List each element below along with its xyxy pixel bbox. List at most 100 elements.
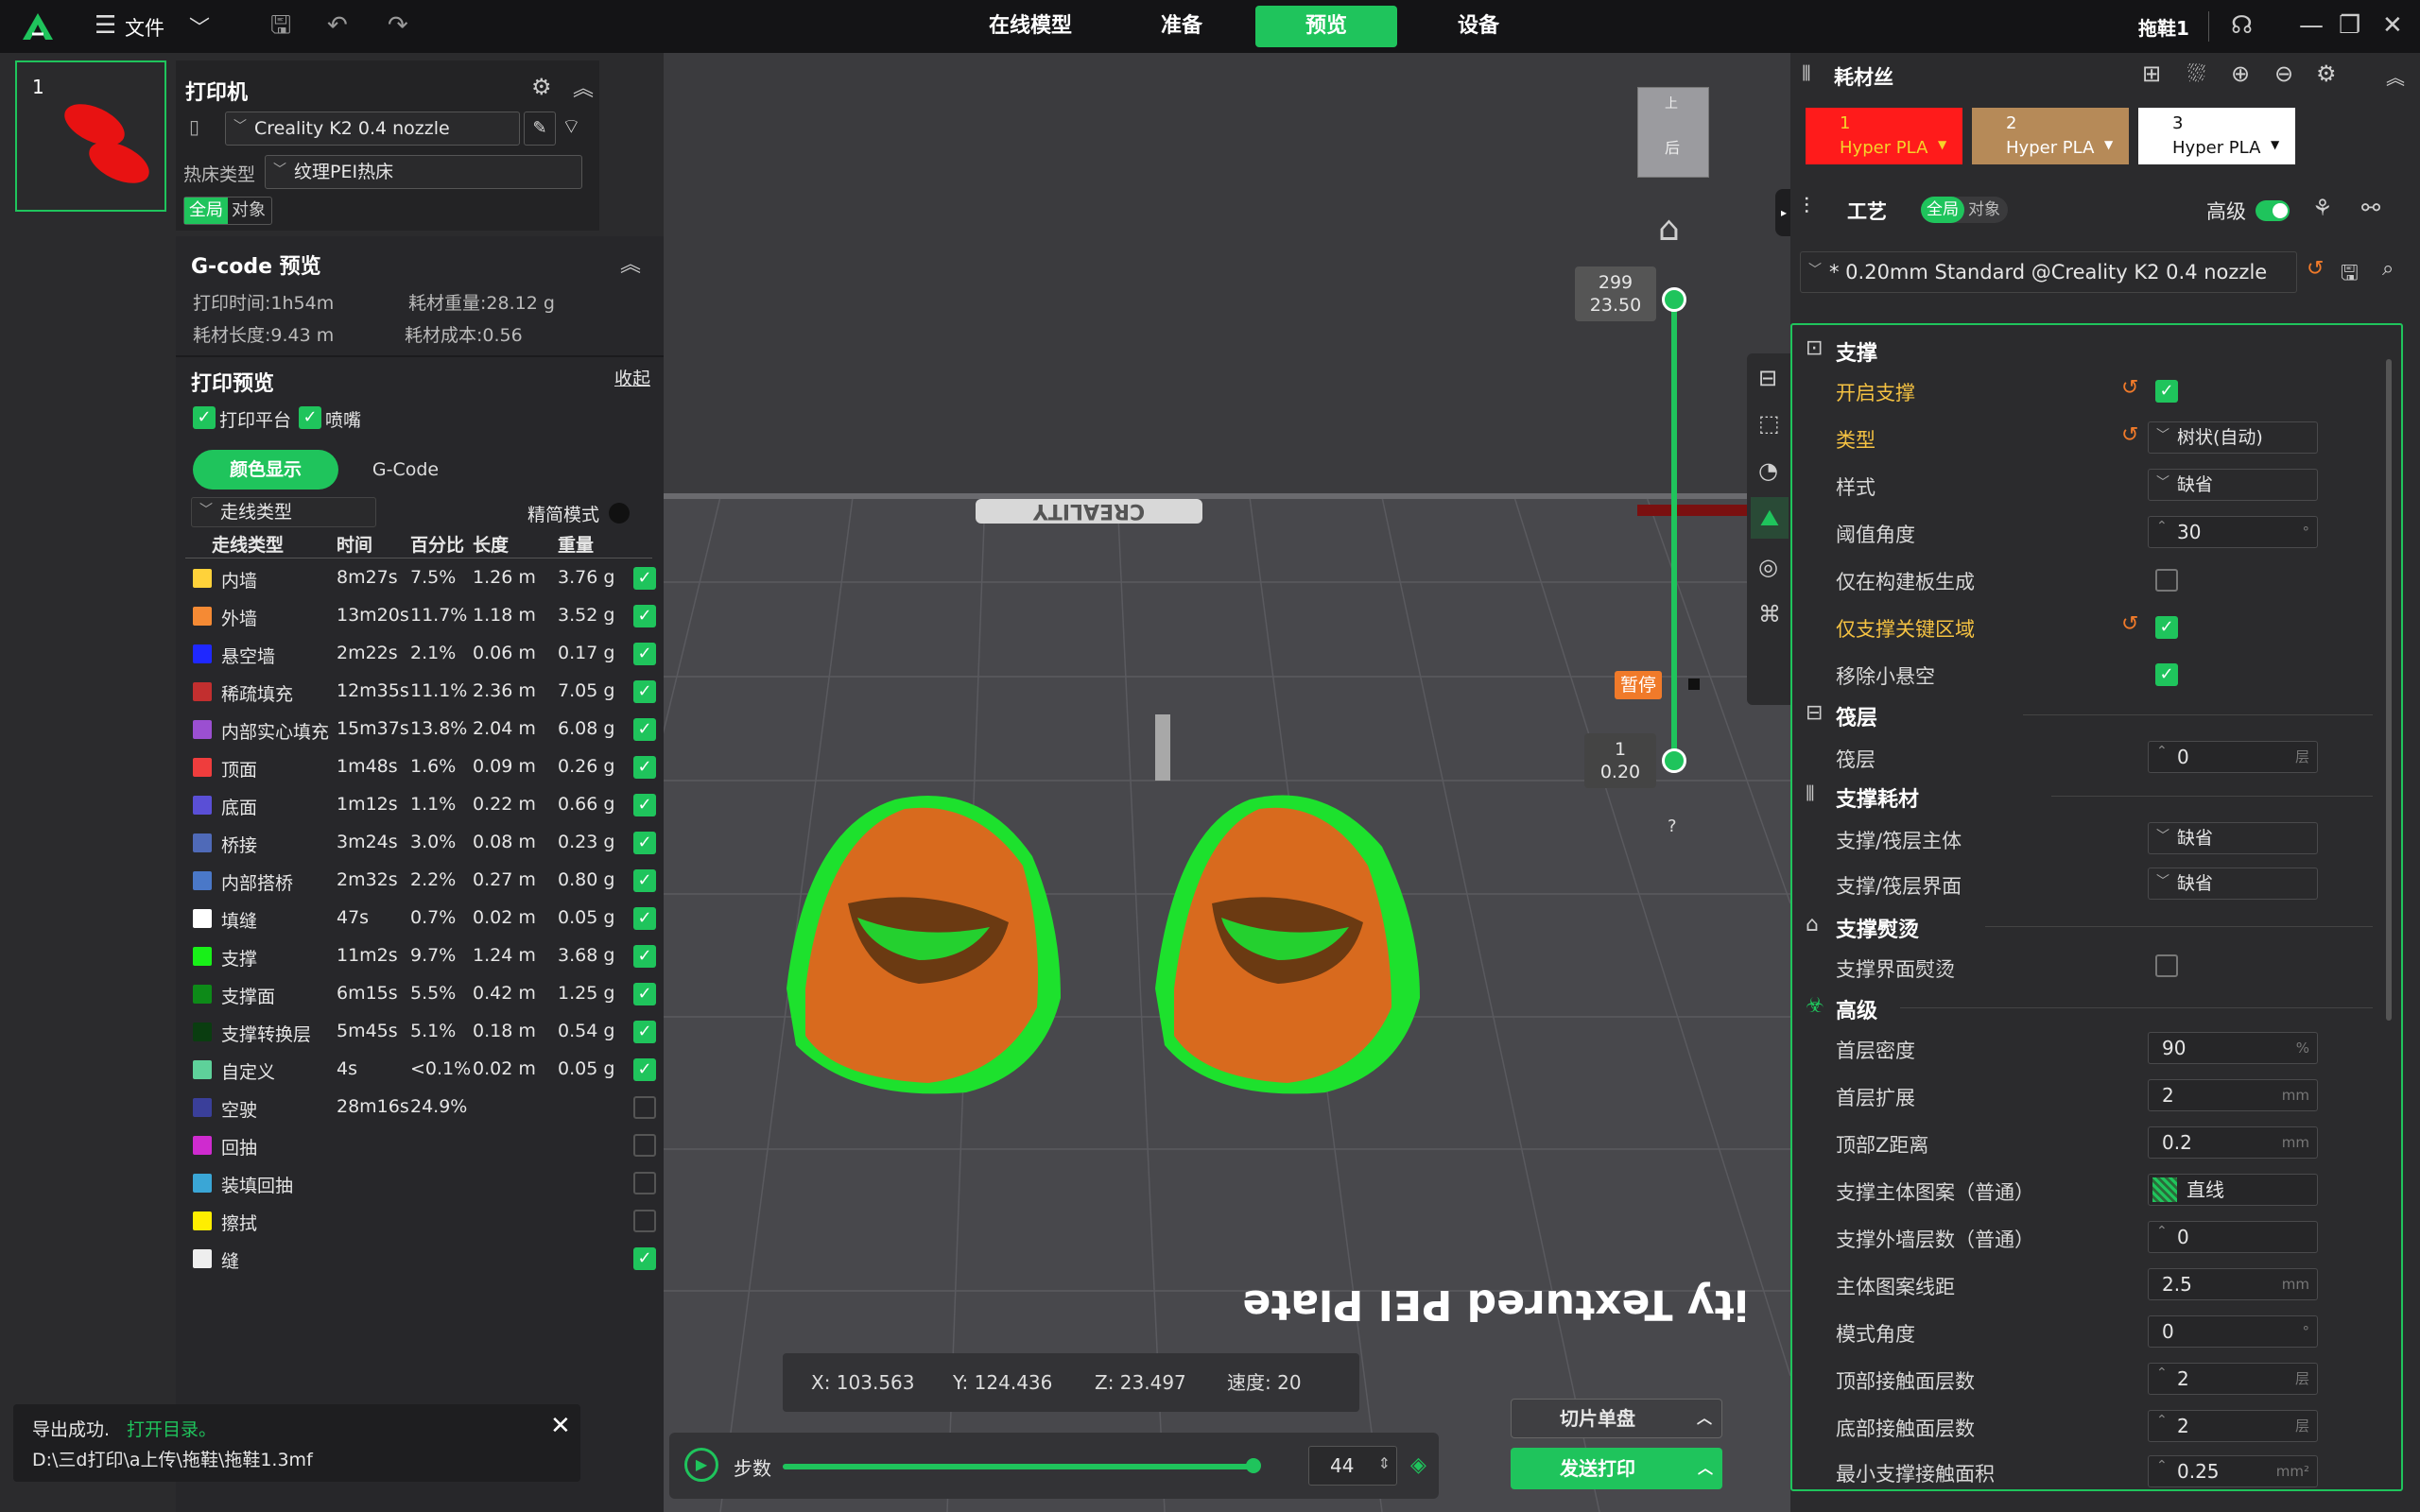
gear-icon[interactable]: ⚙ bbox=[2316, 60, 2337, 87]
visibility-checkbox[interactable]: ✓ bbox=[633, 1021, 656, 1043]
visibility-checkbox[interactable]: ✓ bbox=[633, 605, 656, 627]
top-iface-layers-input[interactable]: 2层 bbox=[2148, 1358, 2318, 1395]
process-preset-select[interactable]: * 0.20mm Standard @Creality K2 0.4 nozzl… bbox=[1800, 250, 2297, 293]
bed-type-select[interactable]: 纹理PEI热床 bbox=[265, 154, 582, 189]
first-density-input[interactable]: 90% bbox=[2148, 1032, 2318, 1064]
visibility-checkbox[interactable] bbox=[633, 1096, 656, 1119]
visibility-checkbox[interactable]: ✓ bbox=[633, 907, 656, 930]
remove-icon[interactable]: ⊖ bbox=[2274, 60, 2293, 87]
slice-plate-button[interactable]: 切片单盘 ︿ bbox=[1511, 1399, 1722, 1438]
select-area-icon[interactable]: ⬚ bbox=[1758, 410, 1780, 437]
base-filament-select[interactable]: 缺省 bbox=[2148, 821, 2318, 854]
visibility-checkbox[interactable]: ✓ bbox=[633, 1058, 656, 1081]
visibility-checkbox[interactable]: ✓ bbox=[633, 832, 656, 854]
visibility-checkbox[interactable] bbox=[633, 1134, 656, 1157]
nozzle-checkbox[interactable]: ✓ bbox=[299, 406, 321, 429]
bottom-iface-layers-input[interactable]: 2层 bbox=[2148, 1405, 2318, 1442]
nozzle-select[interactable]: Creality K2 0.4 nozzle bbox=[225, 111, 520, 146]
add-icon[interactable]: ⊕ bbox=[2231, 60, 2250, 87]
headset-icon[interactable]: ☊ bbox=[2231, 11, 2253, 40]
share-icon[interactable]: ⚯ bbox=[2361, 195, 2380, 221]
color-display-tab[interactable]: 颜色显示 bbox=[193, 450, 338, 490]
raft-layers-input[interactable]: 0层 bbox=[2148, 736, 2318, 773]
home-icon[interactable]: ⌂ bbox=[1658, 210, 1680, 249]
gear-icon[interactable]: ⚙ bbox=[531, 74, 552, 100]
iface-ironing-checkbox[interactable] bbox=[2155, 954, 2178, 977]
chevron-up-icon[interactable]: ︿ bbox=[1697, 1400, 1712, 1437]
pause-badge[interactable]: 暂停 bbox=[1615, 671, 1663, 699]
scope-toggle[interactable]: 全局 对象 bbox=[183, 197, 272, 225]
visibility-checkbox[interactable]: ✓ bbox=[633, 756, 656, 779]
stepper-icon[interactable]: ⇕ bbox=[1378, 1445, 1391, 1483]
command-icon[interactable]: ⌘ bbox=[1758, 601, 1781, 627]
min-area-input[interactable]: 0.25 mm² bbox=[2148, 1451, 2318, 1487]
layer-slider-track[interactable] bbox=[1671, 297, 1677, 762]
3d-viewport[interactable]: CREALITY ity Textured PEI Plate 上 后 ⌂ 29… bbox=[664, 53, 1790, 1512]
play-icon[interactable]: ▶ bbox=[684, 1448, 718, 1482]
collapse-link[interactable]: 收起 bbox=[614, 365, 650, 390]
collapse-icon[interactable]: ︽ bbox=[620, 248, 641, 278]
tab-preview[interactable]: 预览 bbox=[1255, 6, 1397, 47]
filament-slot-2[interactable]: 2 Hyper PLA ▼ bbox=[1972, 108, 2129, 164]
align-icon[interactable]: ⊟ bbox=[1758, 365, 1777, 391]
restore-icon[interactable]: ❐ bbox=[2339, 11, 2360, 40]
critical-only-checkbox[interactable]: ✓ bbox=[2155, 616, 2178, 639]
visibility-checkbox[interactable]: ✓ bbox=[633, 643, 656, 665]
close-icon[interactable]: ✕ bbox=[2382, 11, 2403, 40]
line-spacing-input[interactable]: 2.5 mm bbox=[2148, 1268, 2318, 1300]
cube-back-face[interactable]: 后 bbox=[1665, 135, 1680, 158]
wall-layers-input[interactable]: 0 bbox=[2148, 1216, 2318, 1253]
chevron-up-icon[interactable]: ︿ bbox=[1698, 1448, 1713, 1489]
save-icon[interactable]: 🖫 bbox=[270, 11, 291, 40]
remove-small-checkbox[interactable]: ✓ bbox=[2155, 663, 2178, 686]
visibility-checkbox[interactable] bbox=[633, 1210, 656, 1232]
gcode-tab[interactable]: G-Code bbox=[342, 450, 469, 490]
top-z-input[interactable]: 0.2 mm bbox=[2148, 1126, 2318, 1159]
collapse-icon[interactable]: ︽ bbox=[573, 72, 594, 102]
process-scope-toggle[interactable]: 全局 对象 bbox=[1921, 197, 2008, 223]
send-print-button[interactable]: 发送打印 ︿ bbox=[1511, 1448, 1722, 1489]
redo-icon[interactable]: ↷ bbox=[388, 11, 408, 40]
scope-object[interactable]: 对象 bbox=[232, 198, 266, 224]
caret-down-icon[interactable]: ▼ bbox=[2104, 138, 2113, 151]
iface-filament-select[interactable]: 缺省 bbox=[2148, 867, 2318, 900]
visibility-checkbox[interactable]: ✓ bbox=[633, 567, 656, 590]
platform-checkbox[interactable]: ✓ bbox=[193, 406, 216, 429]
on-build-plate-checkbox[interactable] bbox=[2155, 569, 2178, 592]
file-menu[interactable]: 文件 bbox=[125, 13, 164, 42]
first-expand-input[interactable]: 2 mm bbox=[2148, 1079, 2318, 1111]
layer-slider-top-handle[interactable] bbox=[1662, 287, 1686, 312]
pattern-angle-input[interactable]: 0 ° bbox=[2148, 1315, 2318, 1348]
scope-global[interactable]: 全局 bbox=[1921, 197, 1964, 223]
steps-slider-track[interactable] bbox=[783, 1464, 1255, 1469]
reset-icon[interactable]: ↺ bbox=[2121, 376, 2138, 400]
visibility-checkbox[interactable]: ✓ bbox=[633, 1247, 656, 1270]
support-type-select[interactable]: 树状(自动) bbox=[2148, 421, 2318, 454]
settings-scrollbar[interactable] bbox=[2386, 359, 2392, 1021]
mode-toggle[interactable] bbox=[609, 503, 630, 524]
tab-device[interactable]: 设备 bbox=[1422, 6, 1535, 47]
compare-icon[interactable]: ⚘ bbox=[2312, 195, 2333, 221]
view-cube[interactable]: 上 后 bbox=[1637, 87, 1709, 178]
threshold-angle-input[interactable]: 30 ° bbox=[2148, 511, 2318, 548]
minimize-icon[interactable]: — bbox=[2299, 11, 2324, 40]
visibility-checkbox[interactable]: ✓ bbox=[633, 718, 656, 741]
save-icon[interactable]: 🖫 bbox=[2341, 257, 2359, 293]
filament-slot-1[interactable]: 1 Hyper PLA ▼ bbox=[1806, 108, 1962, 164]
gauge-icon[interactable]: ◔ bbox=[1758, 457, 1778, 484]
reset-icon[interactable]: ↺ bbox=[2121, 423, 2138, 447]
search-icon[interactable]: ⌕ bbox=[2382, 257, 2394, 281]
layer-slider-bottom-handle[interactable] bbox=[1662, 748, 1686, 773]
visibility-checkbox[interactable]: ✓ bbox=[633, 945, 656, 968]
support-paint-icon[interactable]: ⛰ bbox=[1751, 497, 1789, 539]
plate-thumbnail[interactable]: 1 bbox=[15, 60, 166, 212]
wifi-icon[interactable]: ⌔ bbox=[562, 113, 581, 140]
scope-global[interactable]: 全局 bbox=[184, 198, 228, 224]
visibility-checkbox[interactable] bbox=[633, 1172, 656, 1194]
close-icon[interactable]: ✕ bbox=[550, 1412, 571, 1440]
caret-down-icon[interactable]: ▼ bbox=[1938, 138, 1946, 151]
collapse-icon[interactable]: ︽ bbox=[2386, 62, 2405, 90]
line-type-select[interactable]: 走线类型 bbox=[191, 496, 376, 527]
visibility-checkbox[interactable]: ✓ bbox=[633, 794, 656, 816]
target-icon[interactable]: ◎ bbox=[1758, 554, 1778, 580]
